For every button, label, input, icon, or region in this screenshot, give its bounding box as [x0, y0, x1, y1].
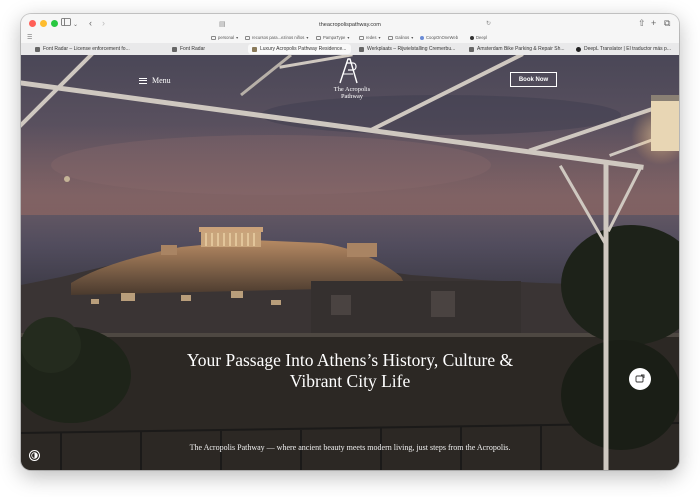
chevron-down-icon[interactable]: ⌄: [73, 20, 78, 31]
tab-overview-icon[interactable]: ⧉: [664, 18, 670, 29]
bookmark-cooponeweb[interactable]: CoopOnOneWeb: [420, 35, 458, 40]
minimize-window-button[interactable]: [40, 20, 47, 27]
new-tab-icon[interactable]: +: [651, 18, 656, 29]
address-bar[interactable]: ▤ theacropolispathway.com ↻: [209, 18, 491, 31]
site-icon: [470, 35, 474, 40]
folder-icon: [359, 35, 364, 40]
sidebar-icon[interactable]: [61, 18, 71, 29]
book-now-button[interactable]: Book Now: [510, 72, 557, 87]
bookmark-redes[interactable]: redes ▾: [359, 35, 381, 40]
url-text: theacropolispathway.com: [319, 21, 381, 28]
chat-icon: [635, 374, 645, 383]
shield-icon: [172, 46, 177, 52]
menu-button[interactable]: Menu: [139, 76, 171, 85]
hamburger-icon: [139, 77, 147, 84]
folder-icon: [211, 35, 216, 40]
hero-headline-line-1: Your Passage Into Athens’s History, Cult…: [186, 350, 514, 370]
site-icon: [420, 35, 424, 40]
tab-deepl[interactable]: DeepL Translator | El traductor más p...: [572, 44, 678, 54]
reading-list-icon[interactable]: ☰: [27, 34, 32, 41]
bookmark-label: CoopOnOneWeb: [426, 35, 459, 40]
hero-subheading: The Acropolis Pathway — where ancient be…: [189, 443, 511, 452]
tab-label: Werkplaats – Rijwielstalling Cremerbu...: [367, 46, 456, 52]
hero-section: Menu The Acropolis Pathway Book Now Your…: [21, 55, 679, 470]
chat-button[interactable]: [629, 368, 651, 390]
translate-reload-icon[interactable]: ↻: [486, 20, 491, 27]
folder-icon: [245, 35, 250, 40]
logo-text[interactable]: The Acropolis Pathway: [307, 86, 397, 100]
bookmark-galinos[interactable]: Galinos ▾: [388, 35, 413, 40]
tab-werkplaats[interactable]: Werkplaats – Rijwielstalling Cremerbu...: [355, 44, 461, 54]
site-favicon-icon: [359, 46, 364, 52]
share-icon[interactable]: ⇧: [638, 18, 646, 29]
back-arrow-icon[interactable]: ‹: [89, 18, 92, 29]
site-favicon-icon: [252, 46, 257, 52]
bookmark-label: PampaType: [323, 35, 346, 40]
browser-toolbar: ⌄ ‹ › ▤ theacropolispathway.com ↻ ⇧ + ⧉: [21, 14, 679, 34]
tab-font-radar[interactable]: Font Radar: [168, 44, 248, 54]
close-window-button[interactable]: [29, 20, 36, 27]
logo-line-2: Pathway: [340, 93, 363, 100]
zoom-window-button[interactable]: [51, 20, 58, 27]
bookmark-pampatype[interactable]: PampaType ▾: [316, 35, 349, 40]
bookmark-label: Galinos: [395, 35, 410, 40]
bookmark-label: Deepl: [476, 35, 487, 40]
tab-label: Font Radar: [180, 46, 206, 52]
hero-background-image: [21, 55, 679, 470]
bookmarks-bar: ☰ personal ▾ recursos para...ezinos niños…: [21, 34, 679, 43]
bookmark-label: recursos para...ezinos niños: [252, 35, 305, 40]
tab-label: Luxury Acropolis Pathway Residence...: [260, 46, 347, 52]
folder-icon: [316, 35, 321, 40]
bookmark-recursos[interactable]: recursos para...ezinos niños ▾: [245, 35, 308, 40]
tab-acropolis-pathway[interactable]: Luxury Acropolis Pathway Residence...: [248, 44, 351, 54]
shield-icon: [35, 46, 40, 52]
bookmark-label: personal: [218, 35, 235, 40]
accessibility-icon: [31, 452, 38, 459]
logo-line-1: The Acropolis: [333, 86, 371, 93]
hero-headline: Your Passage Into Athens’s History, Cult…: [121, 350, 579, 392]
site-favicon-icon: [576, 46, 581, 52]
tab-amsterdam-bike[interactable]: Amsterdam Bike Parking & Repair Sh...: [465, 44, 567, 54]
accessibility-button[interactable]: [29, 450, 40, 461]
tab-label: Font Radar – License enforcement fo...: [43, 46, 130, 52]
bookmark-personal[interactable]: personal ▾: [211, 35, 238, 40]
site-favicon-icon: [469, 46, 474, 52]
logo-monogram[interactable]: [337, 57, 359, 85]
page-settings-icon[interactable]: ▤: [219, 20, 226, 28]
hero-headline-line-2: Vibrant City Life: [289, 371, 411, 391]
menu-label: Menu: [152, 76, 171, 85]
tab-label: DeepL Translator | El traductor más p...: [584, 46, 671, 52]
bookmark-deepl[interactable]: Deepl: [470, 35, 487, 40]
tab-font-radar-license[interactable]: Font Radar – License enforcement fo...: [31, 44, 135, 54]
browser-window: ⌄ ‹ › ▤ theacropolispathway.com ↻ ⇧ + ⧉ …: [21, 14, 679, 470]
folder-icon: [388, 35, 393, 40]
tab-label: Amsterdam Bike Parking & Repair Sh...: [477, 46, 565, 52]
forward-arrow-icon[interactable]: ›: [102, 18, 105, 29]
bookmark-label: redes: [366, 35, 377, 40]
